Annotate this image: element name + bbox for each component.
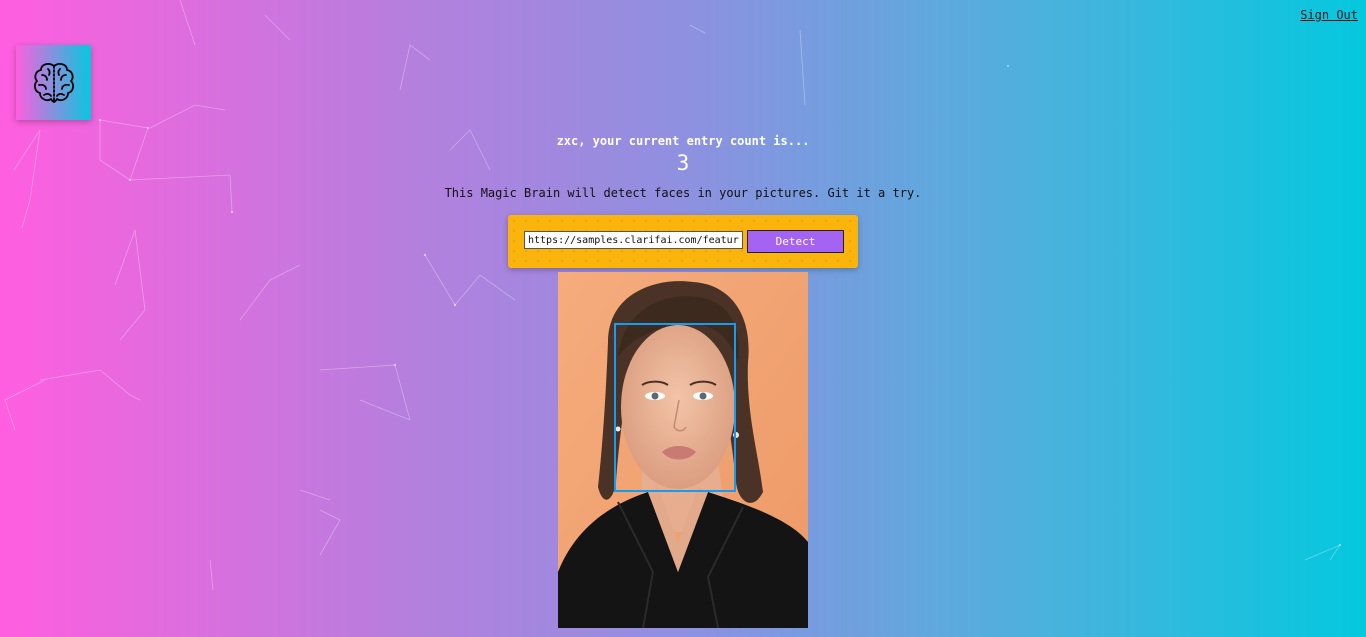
sign-out-link[interactable]: Sign Out (1300, 8, 1358, 22)
tagline: This Magic Brain will detect faces in yo… (444, 186, 922, 200)
logo-tilt-card[interactable] (16, 45, 91, 120)
image-link-form: Detect (508, 215, 858, 268)
entry-rank: zxc, your current entry count is... 3 (0, 133, 1366, 177)
detect-button[interactable]: Detect (747, 230, 844, 253)
entry-count: 3 (676, 151, 690, 175)
image-url-input[interactable] (524, 231, 743, 249)
face-bounding-box (614, 323, 736, 492)
brain-icon (33, 62, 74, 103)
entry-count-message: zxc, your current entry count is... (556, 134, 810, 148)
face-recognition-image (558, 272, 808, 628)
